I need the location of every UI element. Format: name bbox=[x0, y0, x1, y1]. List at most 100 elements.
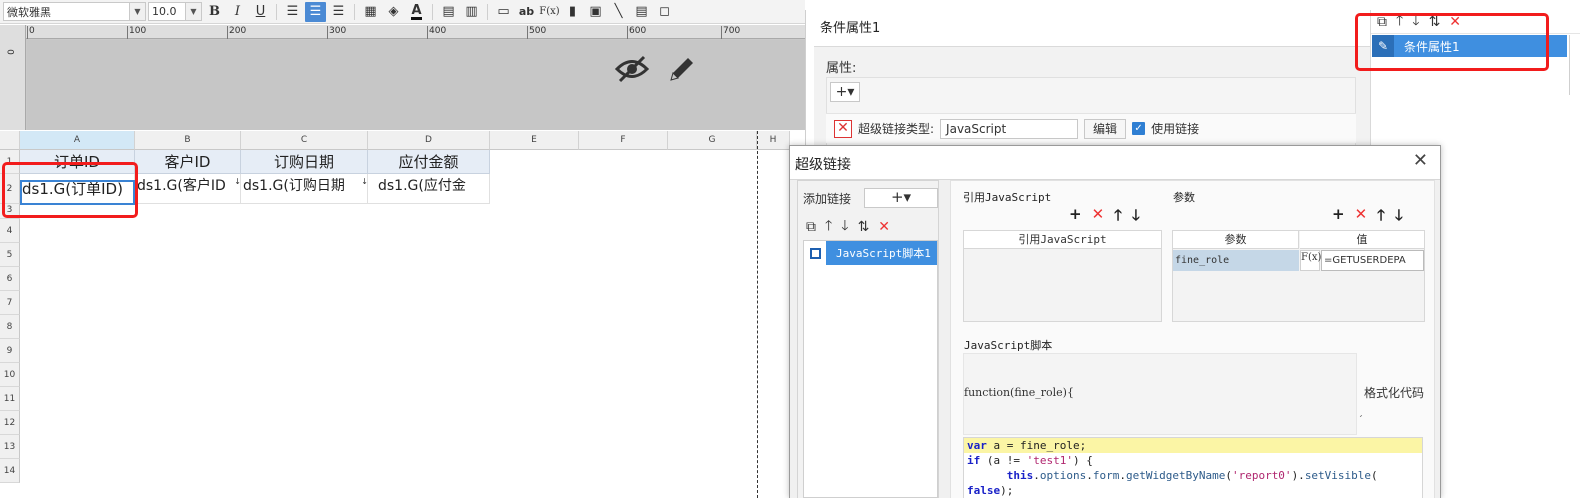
arrow-down-icon[interactable]: 🡓 bbox=[841, 215, 848, 239]
arrow-up-icon[interactable]: 🡑 bbox=[1377, 205, 1385, 230]
italic-button[interactable]: I bbox=[227, 2, 248, 22]
align-left-icon: ☰ bbox=[286, 4, 299, 19]
underline-icon: U bbox=[255, 4, 266, 19]
copy-icon[interactable]: ⧉ bbox=[806, 219, 816, 235]
cell-c1[interactable]: 订购日期 bbox=[241, 150, 368, 174]
border-style-button[interactable]: ◻ bbox=[654, 2, 675, 22]
insert-formula-button[interactable]: F(x) bbox=[539, 2, 560, 22]
column-header-c[interactable]: C bbox=[241, 131, 368, 150]
select-all-corner[interactable] bbox=[0, 131, 20, 150]
row-header[interactable]: 4 bbox=[0, 219, 20, 243]
merge-cells-button[interactable]: ▤ bbox=[438, 2, 459, 22]
use-link-checkbox[interactable]: ✓ bbox=[1132, 122, 1146, 135]
add-link-button[interactable]: +▾ bbox=[864, 188, 938, 208]
cell-d2[interactable]: ds1.G(应付金 bbox=[368, 174, 490, 204]
column-header-b[interactable]: B bbox=[135, 131, 241, 150]
params-label: 参数 bbox=[1173, 191, 1195, 204]
align-left-button[interactable]: ☰ bbox=[282, 2, 303, 22]
align-right-icon: ☰ bbox=[332, 4, 345, 19]
delete-icon[interactable]: ✕ bbox=[1092, 205, 1105, 230]
split-cells-button[interactable]: ▥ bbox=[461, 2, 482, 22]
plus-icon[interactable]: + bbox=[1332, 205, 1345, 230]
param-value-field[interactable]: =GETUSERDEPA bbox=[1321, 250, 1424, 271]
code-identifier: options bbox=[1039, 469, 1087, 482]
underline-button[interactable]: U bbox=[250, 2, 271, 22]
row-header[interactable]: 5 bbox=[0, 243, 20, 267]
spreadsheet-grid[interactable]: A B C D E F G H 1 2 3 4 5 6 7 8 9 10 11 … bbox=[0, 131, 790, 498]
border-style-icon: ◻ bbox=[659, 4, 670, 19]
code-editor[interactable]: var a = fine_role; if (a != 'test1') { t… bbox=[963, 437, 1423, 498]
cell-b2-value: ds1.G(客户ID bbox=[137, 178, 226, 194]
plus-icon[interactable]: + bbox=[1069, 205, 1082, 230]
link-list: JavaScript脚本1 bbox=[803, 240, 938, 498]
insert-widget-button[interactable]: ▭ bbox=[493, 2, 514, 22]
arrow-down-icon[interactable]: 🡓 bbox=[1132, 205, 1140, 230]
link-list-item[interactable]: JavaScript脚本1 bbox=[804, 241, 937, 265]
formula-button[interactable]: F(x) bbox=[1300, 250, 1321, 271]
eye-off-icon[interactable] bbox=[614, 54, 650, 92]
add-link-label: 添加链接 bbox=[803, 192, 852, 206]
edit-button[interactable]: 编辑 bbox=[1084, 118, 1127, 139]
fill-color-button[interactable]: ◈ bbox=[383, 2, 404, 22]
close-icon[interactable]: ✕ bbox=[1413, 150, 1428, 171]
paint-bucket-icon: ◈ bbox=[388, 4, 399, 19]
row-header[interactable]: 11 bbox=[0, 387, 20, 411]
row-header[interactable]: 6 bbox=[0, 267, 20, 291]
delete-icon[interactable]: ✕ bbox=[1355, 205, 1368, 230]
header-canvas[interactable] bbox=[27, 40, 805, 130]
cell-b2[interactable]: ds1.G(客户ID ↓ bbox=[135, 174, 241, 204]
link-type-label: 超级链接类型: bbox=[858, 122, 935, 136]
ref-js-table: 引用JavaScript bbox=[963, 230, 1162, 322]
annotation-highlight bbox=[1355, 13, 1549, 71]
row-header[interactable]: 8 bbox=[0, 315, 20, 339]
sort-icon[interactable]: ⇅ bbox=[858, 219, 870, 235]
javascript-editor-pane: 引用JavaScript 参数 + ✕ 🡑 🡓 + ✕ 🡑 🡓 引用JavaSc… bbox=[950, 180, 1435, 498]
add-attribute-button[interactable]: +▾ bbox=[830, 82, 860, 102]
insert-subreport-button[interactable]: ▤ bbox=[631, 2, 652, 22]
font-size-select[interactable]: 10.0 ▼ bbox=[148, 2, 202, 21]
image-icon: ▣ bbox=[589, 4, 602, 19]
toolbar-divider bbox=[487, 3, 488, 20]
param-name-cell[interactable]: fine_role bbox=[1173, 250, 1299, 271]
row-header[interactable]: 13 bbox=[0, 435, 20, 459]
column-header-a[interactable]: A bbox=[20, 131, 135, 150]
cell-c2[interactable]: ds1.G(订购日期 ↓ bbox=[241, 174, 368, 204]
row-header[interactable]: 14 bbox=[0, 459, 20, 483]
font-color-button[interactable]: A bbox=[406, 2, 427, 22]
delete-icon[interactable]: ✕ bbox=[878, 219, 890, 235]
arrow-up-icon[interactable]: 🡑 bbox=[1114, 205, 1122, 230]
insert-chart-button[interactable]: ▮ bbox=[562, 2, 583, 22]
border-button[interactable]: ▦ bbox=[360, 2, 381, 22]
remove-attribute-button[interactable]: ✕ bbox=[834, 119, 852, 138]
edit-pencil-icon[interactable] bbox=[667, 54, 697, 92]
cell-d1[interactable]: 应付金额 bbox=[368, 150, 490, 174]
insert-image-button[interactable]: ▣ bbox=[585, 2, 606, 22]
expand-down-icon: ↓ bbox=[361, 177, 368, 186]
arrow-up-icon[interactable]: 🡑 bbox=[825, 215, 832, 239]
format-code-button[interactable]: 格式化代码 bbox=[1364, 384, 1424, 401]
list-scrollbar[interactable] bbox=[1569, 35, 1570, 95]
arrow-down-icon[interactable]: 🡓 bbox=[1395, 205, 1403, 230]
row-header[interactable]: 9 bbox=[0, 339, 20, 363]
cell-b1[interactable]: 客户ID bbox=[135, 150, 241, 174]
row-header[interactable]: 7 bbox=[0, 291, 20, 315]
align-center-button[interactable]: ☰ bbox=[305, 1, 326, 22]
report-header-area: 0 0 100 200 300 400 500 600 700 bbox=[0, 25, 805, 130]
column-header-f[interactable]: F bbox=[579, 131, 668, 150]
column-header-g[interactable]: G bbox=[668, 131, 757, 150]
ruler-tick: 700 bbox=[720, 26, 741, 39]
row-header[interactable]: 12 bbox=[0, 411, 20, 435]
align-right-button[interactable]: ☰ bbox=[328, 2, 349, 22]
column-header-h[interactable]: H bbox=[757, 131, 790, 150]
ruler-tick: 400 bbox=[426, 26, 447, 39]
link-type-field[interactable]: JavaScript bbox=[940, 118, 1079, 139]
row-header[interactable]: 10 bbox=[0, 363, 20, 387]
insert-slash-button[interactable]: ╲ bbox=[608, 2, 629, 22]
column-header-d[interactable]: D bbox=[368, 131, 490, 150]
column-header-e[interactable]: E bbox=[490, 131, 579, 150]
cell-d2-value: ds1.G(应付金 bbox=[378, 178, 466, 194]
font-family-select[interactable]: 微软雅黑 ▼ bbox=[3, 2, 146, 21]
code-identifier: setVisible bbox=[1304, 469, 1372, 482]
bold-button[interactable]: B bbox=[204, 2, 225, 22]
insert-text-button[interactable]: ab bbox=[516, 2, 537, 22]
